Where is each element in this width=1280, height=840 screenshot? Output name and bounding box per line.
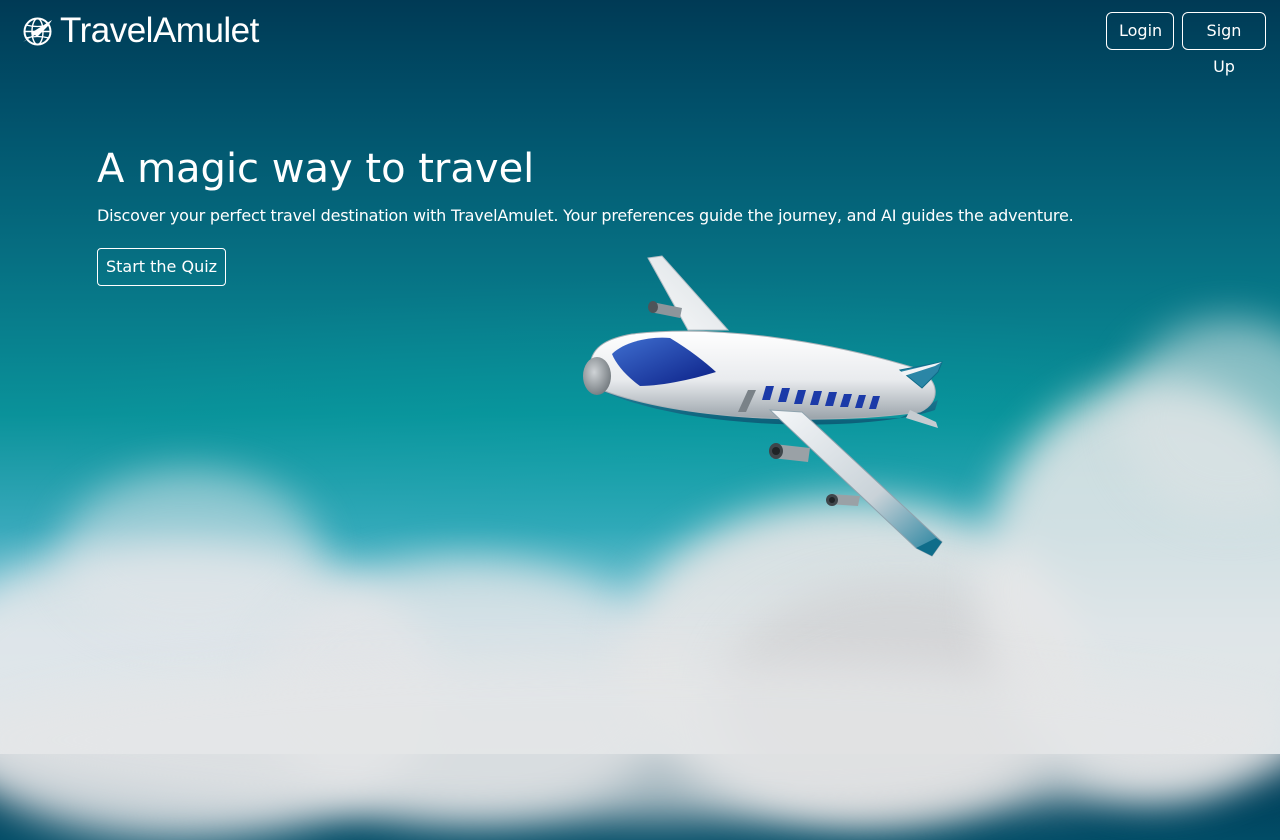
- sign-up-button[interactable]: Sign Up: [1182, 12, 1266, 76]
- start-quiz-button[interactable]: Start the Quiz: [97, 248, 226, 286]
- hero-title: A magic way to travel: [97, 146, 535, 192]
- hero-text: A magic way to travel Discover your perf…: [97, 142, 1074, 227]
- globe-plane-icon: [23, 17, 52, 45]
- brand-name: TravelAmulet: [60, 11, 259, 50]
- login-button[interactable]: Login: [1106, 12, 1174, 50]
- navbar: TravelAmulet Login Sign Up: [0, 0, 1280, 76]
- airplane-icon: [583, 255, 943, 557]
- hero-subtitle: Discover your perfect travel destination…: [97, 206, 1074, 225]
- brand-link[interactable]: TravelAmulet: [21, 12, 259, 50]
